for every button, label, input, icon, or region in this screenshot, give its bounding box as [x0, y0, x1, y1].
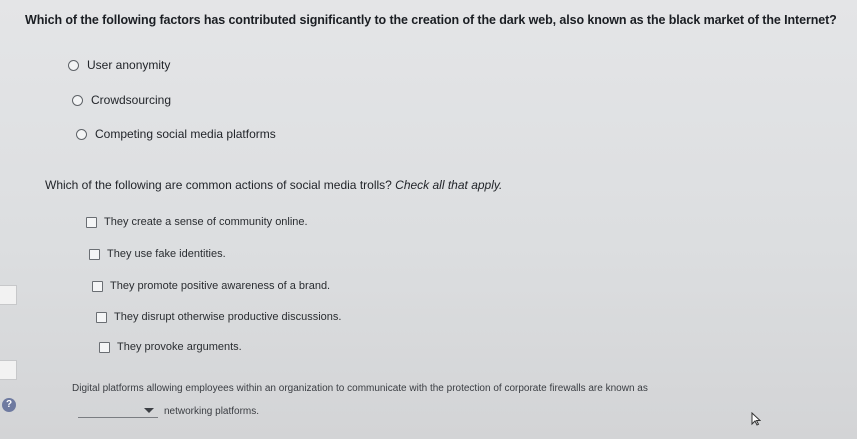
- question-2-text: Which of the following are common action…: [45, 178, 502, 192]
- checkbox-option-disrupt-discussions[interactable]: They disrupt otherwise productive discus…: [96, 311, 341, 323]
- answer-dropdown[interactable]: [78, 405, 158, 418]
- question-2-prompt: Which of the following are common action…: [45, 178, 396, 192]
- radio-button[interactable]: [68, 59, 79, 71]
- radio-button[interactable]: [72, 94, 83, 106]
- left-edge-panel: ?: [0, 0, 26, 439]
- side-tab[interactable]: [0, 285, 17, 305]
- checkbox[interactable]: [89, 248, 100, 260]
- checkbox-option-positive-awareness[interactable]: They promote positive awareness of a bra…: [92, 280, 330, 292]
- option-label: They create a sense of community online.: [104, 216, 308, 228]
- option-label: They use fake identities.: [107, 248, 226, 260]
- checkbox[interactable]: [92, 280, 103, 292]
- chevron-down-icon[interactable]: [144, 408, 154, 413]
- question-2-hint: Check all that apply.: [395, 178, 503, 192]
- checkbox[interactable]: [99, 341, 110, 353]
- option-label: They promote positive awareness of a bra…: [110, 280, 331, 292]
- question-3-suffix: networking platforms.: [164, 406, 260, 417]
- checkbox-option-provoke-arguments[interactable]: They provoke arguments.: [99, 341, 242, 353]
- radio-option-competing-platforms[interactable]: Competing social media platforms: [76, 127, 276, 141]
- help-icon[interactable]: ?: [2, 398, 16, 412]
- radio-button[interactable]: [76, 128, 87, 140]
- mouse-pointer-icon: [751, 411, 762, 431]
- option-label: They disrupt otherwise productive discus…: [114, 311, 342, 323]
- radio-option-user-anonymity[interactable]: User anonymity: [68, 58, 170, 72]
- question-3-answer-line: networking platforms.: [78, 405, 259, 418]
- option-label: Crowdsourcing: [91, 93, 172, 107]
- checkbox[interactable]: [96, 311, 107, 323]
- option-label: They provoke arguments.: [117, 341, 242, 353]
- radio-option-crowdsourcing[interactable]: Crowdsourcing: [72, 93, 171, 107]
- question-1-text: Which of the following factors has contr…: [25, 13, 837, 27]
- option-label: User anonymity: [87, 58, 171, 72]
- option-label: Competing social media platforms: [95, 127, 276, 141]
- checkbox[interactable]: [86, 216, 97, 228]
- checkbox-option-fake-identities[interactable]: They use fake identities.: [89, 248, 226, 260]
- side-tab[interactable]: [0, 360, 17, 380]
- checkbox-option-community[interactable]: They create a sense of community online.: [86, 216, 308, 228]
- question-3-text: Digital platforms allowing employees wit…: [72, 383, 648, 394]
